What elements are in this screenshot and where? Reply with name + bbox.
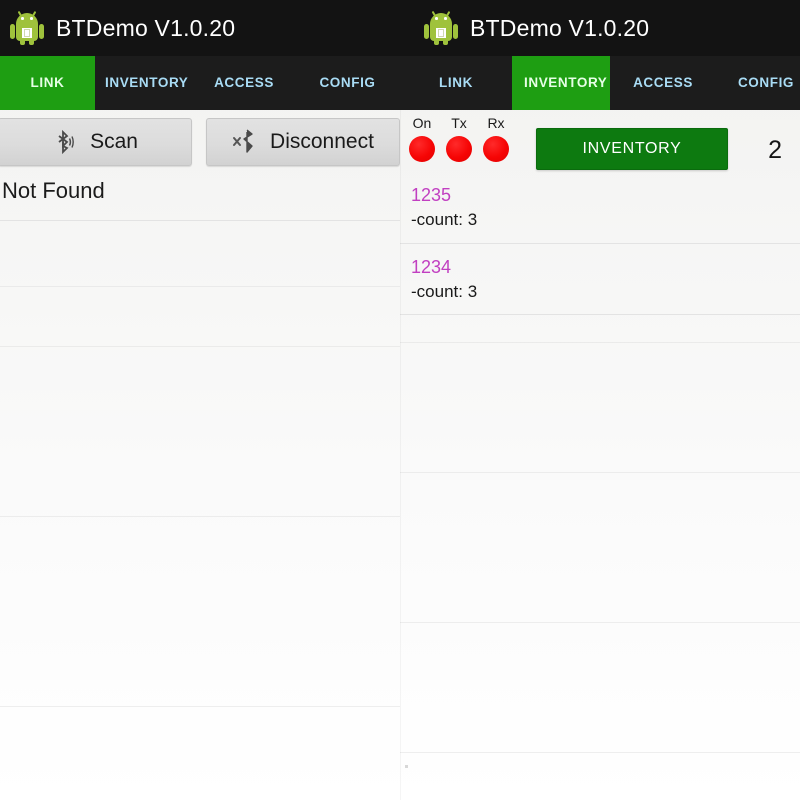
led-indicator-group: On Tx Rx xyxy=(409,116,509,162)
right-control-row: On Tx Rx INVENTORY 2 xyxy=(400,110,800,172)
left-tab-inventory[interactable]: INVENTORY xyxy=(95,56,193,110)
tag-id: 1234 xyxy=(411,256,452,277)
right-tab-bar: LINK INVENTORY ACCESS CONFIG xyxy=(400,56,800,110)
right-title-bar: BTDemo V1.0.20 xyxy=(400,0,800,56)
tag-count: -count: 3 xyxy=(411,281,478,301)
left-title-bar: BTDemo V1.0.20 xyxy=(0,0,400,56)
list-item[interactable]: Not Found xyxy=(0,166,400,221)
led-on-dot xyxy=(409,136,435,162)
led-rx: Rx xyxy=(483,116,509,162)
status-dot xyxy=(405,765,408,768)
tag-count: -count: 3 xyxy=(411,210,478,230)
disconnect-button-label: Disconnect xyxy=(270,130,374,153)
left-button-row: Scan Disconnect xyxy=(0,110,400,166)
tag-counter: 2 xyxy=(768,136,782,164)
scan-button-label: Scan xyxy=(90,130,138,153)
app-root: BTDemo V1.0.20 LINK INVENTORY ACCESS CON… xyxy=(0,0,800,800)
right-tab-config[interactable]: CONFIG xyxy=(716,56,800,110)
right-tab-access[interactable]: ACCESS xyxy=(610,56,716,110)
right-tab-link[interactable]: LINK xyxy=(400,56,512,110)
bluetooth-disconnect-icon xyxy=(232,129,254,155)
led-rx-dot xyxy=(483,136,509,162)
left-tab-access[interactable]: ACCESS xyxy=(193,56,295,110)
led-tx: Tx xyxy=(446,116,472,162)
right-panel: BTDemo V1.0.20 LINK INVENTORY ACCESS CON… xyxy=(400,0,800,800)
led-tx-label: Tx xyxy=(451,115,467,131)
led-on-label: On xyxy=(412,115,432,131)
right-app-title: BTDemo V1.0.20 xyxy=(470,14,650,41)
panel-divider xyxy=(400,110,401,800)
inventory-button[interactable]: INVENTORY xyxy=(536,128,728,170)
left-tab-config[interactable]: CONFIG xyxy=(295,56,400,110)
tag-id: 1235 xyxy=(411,185,452,205)
scan-button[interactable]: Scan xyxy=(0,118,192,166)
right-tab-inventory[interactable]: INVENTORY xyxy=(512,56,610,110)
android-robot-icon xyxy=(424,10,458,45)
tag-list: 1235 -count: 3 1234 -count: 3 xyxy=(400,172,800,316)
led-on: On xyxy=(409,116,435,162)
left-panel: BTDemo V1.0.20 LINK INVENTORY ACCESS CON… xyxy=(0,0,400,800)
left-tab-link[interactable]: LINK xyxy=(0,56,95,110)
left-panel-body: Not Found xyxy=(0,166,400,800)
disconnect-button[interactable]: Disconnect xyxy=(206,118,400,166)
right-panel-body: 1235 -count: 3 1234 -count: 3 xyxy=(400,172,800,800)
left-device-list: Not Found xyxy=(0,166,400,221)
bluetooth-icon xyxy=(52,129,74,155)
left-app-title: BTDemo V1.0.20 xyxy=(56,14,236,41)
table-row[interactable]: 1235 -count: 3 xyxy=(400,172,800,244)
table-row[interactable]: 1234 -count: 3 xyxy=(400,244,800,316)
led-tx-dot xyxy=(446,136,472,162)
android-robot-icon xyxy=(10,10,44,45)
left-tab-bar: LINK INVENTORY ACCESS CONFIG xyxy=(0,56,400,110)
led-rx-label: Rx xyxy=(487,115,505,131)
